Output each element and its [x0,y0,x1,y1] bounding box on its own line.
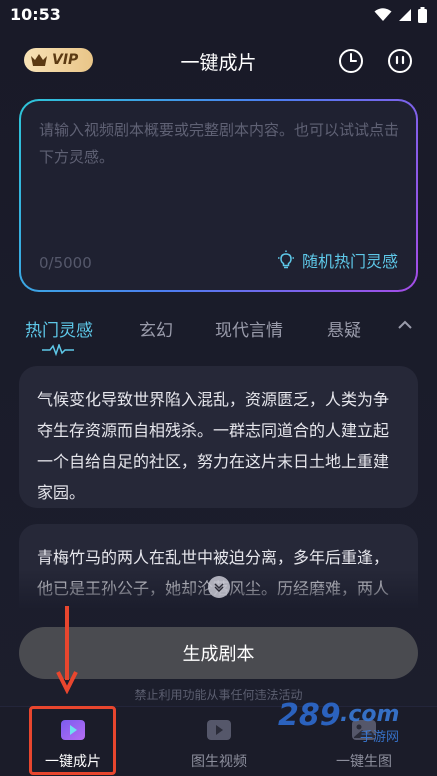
watermark-sub: 手游网 [360,730,400,745]
pointer-arrow-icon [56,606,78,694]
app-screen: 10:53 VIP 一键成片 请输入视频剧本概要或完整剧本内容。也可以试试点击下… [0,0,437,776]
random-inspiration-button[interactable]: 随机热门灵感 [276,248,398,272]
nav-label: 一键生图 [336,754,392,770]
status-time: 10:53 [10,5,61,24]
tab-suspense[interactable]: 悬疑 [327,316,361,341]
inspiration-card-text: 气候变化导致世界陷入混乱，资源匮乏，人类为争夺生存资源而自相残杀。一群志同道合的… [37,390,390,502]
random-inspiration-label: 随机热门灵感 [301,252,398,271]
script-input-area[interactable]: 请输入视频剧本概要或完整剧本内容。也可以试试点击下方灵感。 0/5000 随机热… [21,101,416,290]
service-face-icon[interactable] [387,48,413,74]
script-input-card[interactable]: 请输入视频剧本概要或完整剧本内容。也可以试试点击下方灵感。 0/5000 随机热… [19,99,418,292]
nav-image-to-video[interactable]: 图生视频 [149,707,289,776]
signal-icon [399,9,411,21]
wifi-icon [374,8,392,21]
image-video-icon [207,720,231,740]
inspiration-card[interactable]: 气候变化导致世界陷入混乱，资源匮乏，人类为争夺生存资源而自相残杀。一群志同道合的… [19,366,418,508]
lightbulb-icon [277,250,294,269]
inspiration-list: 气候变化导致世界陷入混乱，资源匮乏，人类为争夺生存资源而自相残杀。一群志同道合的… [19,366,418,609]
app-header: VIP 一键成片 [0,38,437,82]
page-title: 一键成片 [180,52,257,74]
category-tabs: 热门灵感 玄幻 现代言情 悬疑 [0,310,437,360]
script-input-placeholder: 请输入视频剧本概要或完整剧本内容。也可以试试点击下方灵感。 [39,121,400,166]
generate-script-button[interactable]: 生成剧本 [19,627,418,679]
history-clock-icon[interactable] [338,48,364,74]
tab-fantasy[interactable]: 玄幻 [139,316,173,341]
watermark-number: 289 [278,698,341,733]
watermark-suffix: .com [340,702,400,727]
chevron-up-icon[interactable] [396,318,414,332]
status-icons [374,7,427,23]
active-tab-wave-indicator [42,344,74,356]
highlight-box [29,706,116,775]
status-bar: 10:53 [0,0,437,30]
char-counter: 0/5000 [39,254,92,272]
site-watermark: 289 .com 手游网 [278,698,418,746]
tab-modern-romance[interactable]: 现代言情 [215,316,283,341]
tab-hot-inspiration[interactable]: 热门灵感 [25,316,93,341]
battery-icon [418,7,427,23]
scroll-down-icon[interactable] [208,576,230,598]
nav-label: 图生视频 [191,754,247,770]
